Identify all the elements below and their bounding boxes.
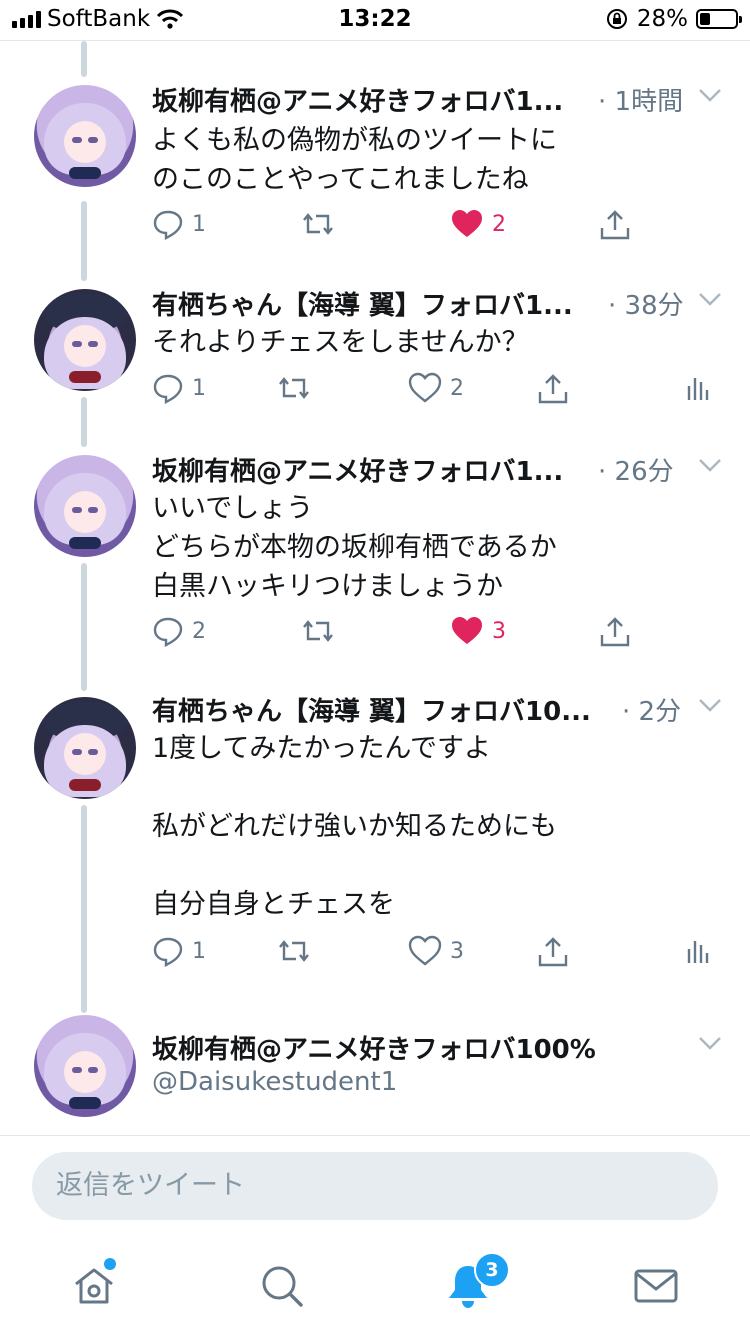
conversation-thread[interactable]: 坂柳有栖@アニメ好きフォロバ1... · 1時間 よくも私の偽物が私のツイートに… xyxy=(0,41,750,1135)
analytics-icon xyxy=(687,941,709,963)
tweet-author-name[interactable]: 有栖ちゃん【海導 翼】フォロバ10... xyxy=(152,691,591,728)
tweet[interactable]: 坂柳有栖@アニメ好きフォロバ1... · 26分 いいでしょう どちらが本物の坂… xyxy=(0,451,750,691)
tab-search[interactable] xyxy=(258,1262,306,1310)
tweet-timestamp: · 26分 xyxy=(598,457,674,487)
chevron-down-icon[interactable] xyxy=(698,697,722,713)
like-count: 2 xyxy=(492,211,506,237)
retweet-icon xyxy=(303,213,333,235)
like-button[interactable]: 3 xyxy=(450,615,506,647)
tweet-text: それよりチェスをしませんか？ xyxy=(152,327,529,358)
orientation-lock-icon xyxy=(606,9,627,29)
retweet-button[interactable] xyxy=(300,615,336,647)
reply-count: 2 xyxy=(192,618,206,644)
share-icon xyxy=(538,937,568,967)
analytics-button[interactable] xyxy=(686,372,710,402)
like-button[interactable]: 2 xyxy=(408,372,464,404)
chevron-down-icon[interactable] xyxy=(698,87,722,103)
tweet[interactable]: 有栖ちゃん【海導 翼】フォロバ1... · 38分 それよりチェスをしませんか？… xyxy=(0,281,750,451)
tab-bar: 3 xyxy=(0,1244,750,1334)
share-icon xyxy=(600,617,630,647)
tab-home[interactable] xyxy=(70,1258,118,1310)
tweet-author-name[interactable]: 坂柳有栖@アニメ好きフォロバ1... xyxy=(152,81,563,118)
retweet-button[interactable] xyxy=(276,372,312,404)
reply-input[interactable]: 返信をツイート xyxy=(32,1152,718,1220)
reply-author-row[interactable]: 坂柳有栖@アニメ好きフォロバ100% @Daisukestudent1 xyxy=(0,1011,750,1135)
notifications-badge: 3 xyxy=(474,1252,510,1288)
status-bar: SoftBank 13:22 28% xyxy=(0,0,750,40)
avatar[interactable] xyxy=(34,289,136,391)
reply-button[interactable]: 2 xyxy=(152,615,206,647)
analytics-icon xyxy=(687,378,709,400)
tweet-text: いいでしょう どちらが本物の坂柳有栖であるか 白黒ハッキリつけましょうか xyxy=(152,493,557,602)
retweet-icon xyxy=(279,940,309,962)
like-button[interactable]: 3 xyxy=(408,935,464,967)
reply-author-handle: @Daisukestudent1 xyxy=(152,1067,398,1097)
home-unread-dot xyxy=(104,1258,116,1270)
reply-button[interactable]: 1 xyxy=(152,372,206,404)
share-icon xyxy=(600,210,630,240)
tab-notifications[interactable]: 3 xyxy=(444,1252,510,1310)
like-button[interactable]: 2 xyxy=(450,208,506,240)
tweet-timestamp: · 2分 xyxy=(622,697,682,727)
avatar[interactable] xyxy=(34,455,136,557)
chevron-down-icon[interactable] xyxy=(698,291,722,307)
like-count: 3 xyxy=(450,938,464,964)
reply-icon xyxy=(153,210,183,240)
status-right: 28% xyxy=(605,6,742,32)
tweet-author-name[interactable]: 有栖ちゃん【海導 翼】フォロバ1... xyxy=(152,285,573,322)
heart-filled-icon xyxy=(452,210,482,237)
retweet-icon xyxy=(279,377,309,399)
tweet-author-name[interactable]: 坂柳有栖@アニメ好きフォロバ1... xyxy=(152,451,563,488)
tweet-timestamp: · 38分 xyxy=(608,291,684,321)
reply-author-name[interactable]: 坂柳有栖@アニメ好きフォロバ100% xyxy=(152,1029,596,1066)
tweet-text: 1度してみたかったんですよ 私がどれだけ強いか知るためにも 自分自身とチェスを xyxy=(152,733,557,920)
tweet[interactable]: 坂柳有栖@アニメ好きフォロバ1... · 1時間 よくも私の偽物が私のツイートに… xyxy=(0,41,750,281)
share-icon xyxy=(538,374,568,404)
avatar[interactable] xyxy=(34,1015,136,1117)
composer-divider xyxy=(0,1135,750,1136)
reply-button[interactable]: 1 xyxy=(152,935,206,967)
like-count: 3 xyxy=(492,618,506,644)
battery-icon xyxy=(696,9,742,29)
analytics-button[interactable] xyxy=(686,935,710,965)
reply-icon xyxy=(153,617,183,647)
share-button[interactable] xyxy=(598,208,632,242)
reply-icon xyxy=(153,374,183,404)
retweet-button[interactable] xyxy=(276,935,312,967)
reply-count: 1 xyxy=(192,211,206,237)
retweet-button[interactable] xyxy=(300,208,336,240)
reply-button[interactable]: 1 xyxy=(152,208,206,240)
search-icon xyxy=(262,1266,303,1307)
heart-outline-icon xyxy=(408,935,442,966)
heart-outline-icon xyxy=(408,372,442,403)
avatar[interactable] xyxy=(34,697,136,799)
share-button[interactable] xyxy=(536,935,570,969)
retweet-icon xyxy=(303,620,333,642)
tab-messages[interactable] xyxy=(632,1262,680,1310)
chevron-down-icon[interactable] xyxy=(698,457,722,473)
like-count: 2 xyxy=(450,375,464,401)
mail-icon xyxy=(634,1269,678,1303)
tweet[interactable]: 有栖ちゃん【海導 翼】フォロバ10... · 2分 1度してみたかったんですよ … xyxy=(0,691,750,1011)
reply-count: 1 xyxy=(192,375,206,401)
reply-count: 1 xyxy=(192,938,206,964)
share-button[interactable] xyxy=(536,372,570,406)
avatar[interactable] xyxy=(34,85,136,187)
reply-icon xyxy=(153,937,183,967)
heart-filled-icon xyxy=(452,617,482,644)
share-button[interactable] xyxy=(598,615,632,649)
chevron-down-icon[interactable] xyxy=(698,1035,722,1051)
tweet-timestamp: · 1時間 xyxy=(598,87,684,117)
battery-percent: 28% xyxy=(636,6,688,32)
tweet-text: よくも私の偽物が私のツイートに のこのことやってこれましたね xyxy=(152,125,557,195)
reply-placeholder: 返信をツイート xyxy=(56,1170,245,1201)
